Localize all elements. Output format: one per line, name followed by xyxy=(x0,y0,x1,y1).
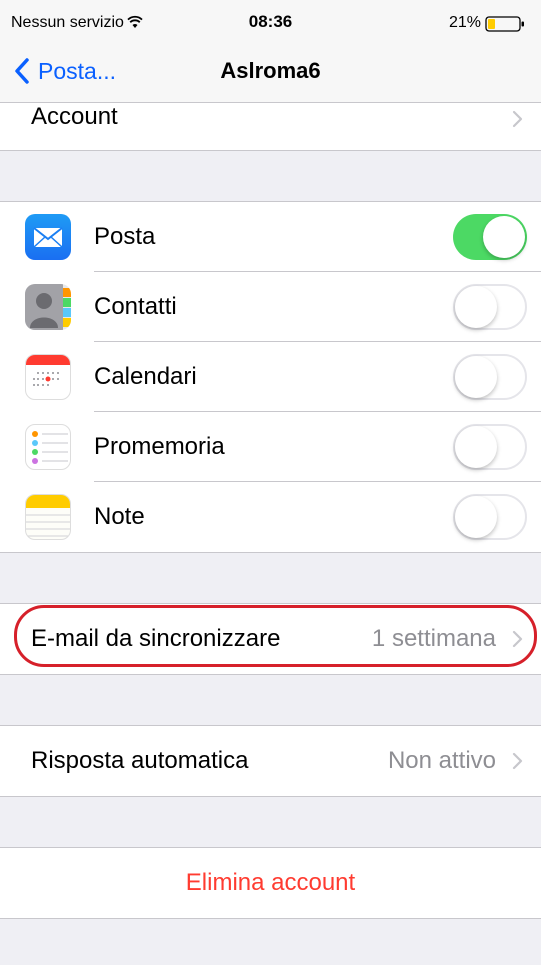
mail-icon xyxy=(25,214,71,260)
service-row-promemoria: Promemoria xyxy=(0,412,541,482)
contacts-icon xyxy=(25,284,71,330)
chevron-right-icon xyxy=(512,630,524,653)
chevron-right-icon xyxy=(512,110,524,133)
separator xyxy=(0,674,541,675)
mail-sync-row[interactable]: E-mail da sincronizzare 1 settimana xyxy=(0,604,541,674)
calendar-icon xyxy=(25,354,71,400)
page-title: Aslroma6 xyxy=(220,58,321,83)
service-label: Promemoria xyxy=(94,433,225,460)
service-label: Posta xyxy=(94,223,156,250)
service-label: Note xyxy=(94,503,145,530)
mail-sync-label: E-mail da sincronizzare xyxy=(31,625,281,652)
account-row[interactable]: Account xyxy=(0,103,541,150)
battery-percentage: 21% xyxy=(448,14,481,31)
chevron-right-icon xyxy=(512,752,524,775)
separator xyxy=(0,796,541,797)
status-bar: Nessun servizio 08:36 21% xyxy=(0,0,541,40)
reminders-icon xyxy=(25,424,71,470)
promemoria-toggle[interactable] xyxy=(453,424,527,470)
service-label: Contatti xyxy=(94,293,177,320)
separator xyxy=(0,552,541,553)
note-toggle[interactable] xyxy=(453,494,527,540)
posta-toggle[interactable] xyxy=(453,214,527,260)
battery-icon xyxy=(485,16,525,37)
service-row-note: Note xyxy=(0,482,541,552)
service-row-posta: Posta xyxy=(0,202,541,272)
navigation-bar: Posta... Aslroma6 xyxy=(0,40,541,103)
service-row-calendari: Calendari xyxy=(0,342,541,412)
auto-reply-row[interactable]: Risposta automatica Non attivo xyxy=(0,726,541,796)
service-row-contatti: Contatti xyxy=(0,272,541,342)
account-label: Account xyxy=(31,103,118,130)
mail-sync-value: 1 settimana xyxy=(371,625,496,652)
delete-account-label: Elimina account xyxy=(185,869,356,896)
separator xyxy=(0,918,541,919)
notes-icon xyxy=(25,494,71,540)
delete-account-button[interactable]: Elimina account xyxy=(0,848,541,918)
auto-reply-value: Non attivo xyxy=(387,747,496,774)
contatti-toggle[interactable] xyxy=(453,284,527,330)
separator xyxy=(0,150,541,151)
calendari-toggle[interactable] xyxy=(453,354,527,400)
auto-reply-label: Risposta automatica xyxy=(31,747,249,774)
service-label: Calendari xyxy=(94,363,197,390)
